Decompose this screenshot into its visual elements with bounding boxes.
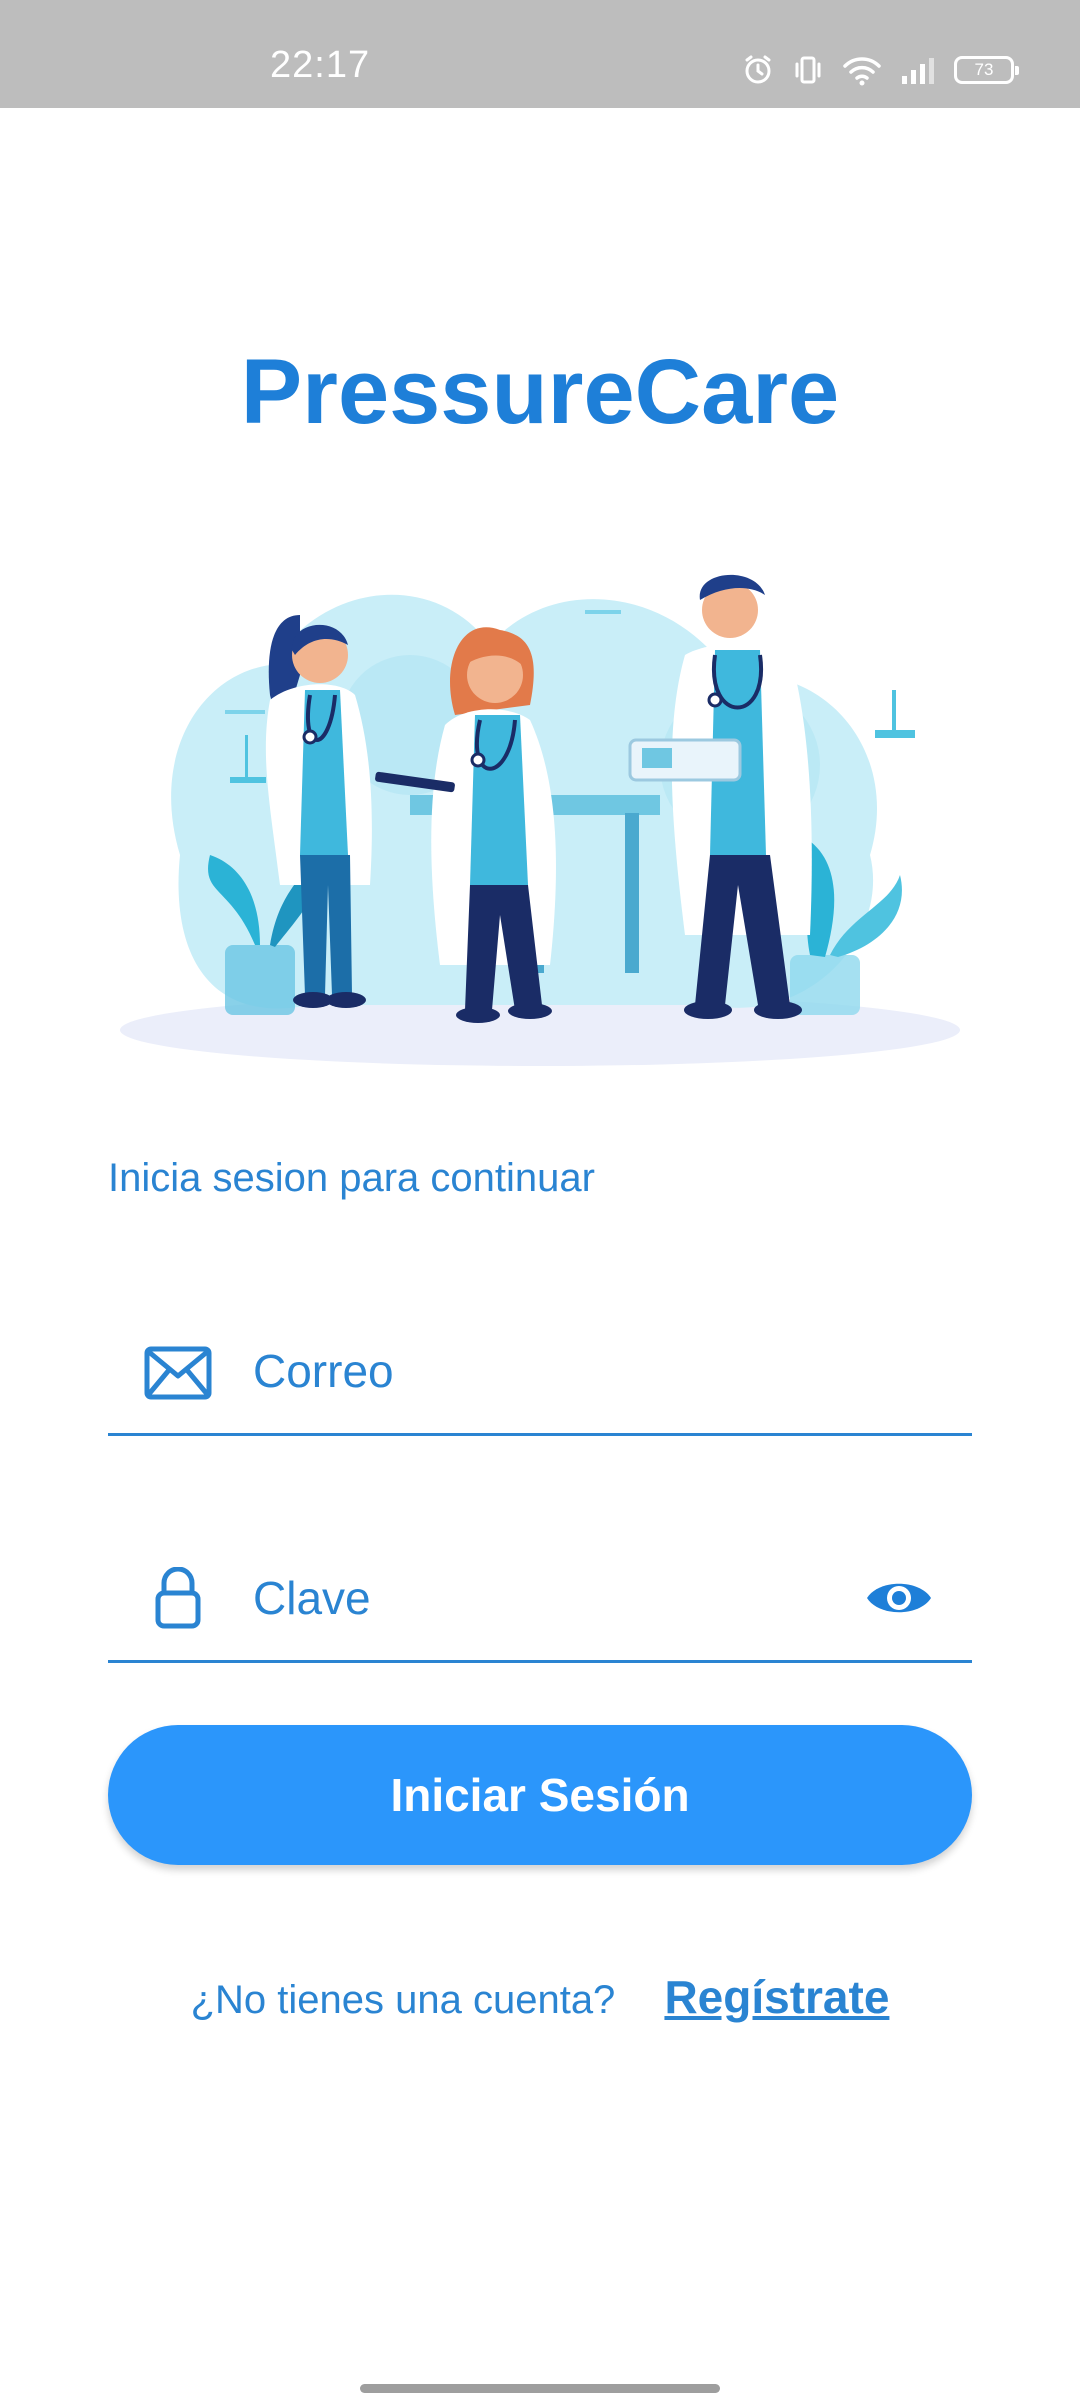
password-field[interactable]: Clave <box>108 1523 972 1663</box>
vibrate-icon <box>795 56 821 84</box>
email-label: Correo <box>253 1345 394 1397</box>
status-time: 22:17 <box>270 44 371 86</box>
alarm-icon <box>745 55 771 84</box>
register-link[interactable]: Regístrate <box>664 1971 889 2023</box>
email-field[interactable]: Correo <box>108 1296 972 1436</box>
status-bar: 22:17 73 <box>0 0 1080 108</box>
status-icons: 73 <box>742 50 1019 90</box>
register-row: ¿No tienes una cuenta? Regístrate <box>0 1970 1080 2024</box>
home-indicator[interactable] <box>360 2384 720 2393</box>
app-title: PressureCare <box>240 341 840 443</box>
battery-level: 73 <box>974 60 994 79</box>
login-button[interactable]: Iniciar Sesión <box>108 1725 972 1865</box>
login-subtitle: Inicia sesion para continuar <box>108 1156 595 1200</box>
signal-icon <box>902 58 934 84</box>
eye-icon[interactable] <box>864 1575 934 1621</box>
envelope-icon <box>144 1346 212 1400</box>
lock-icon <box>155 1567 201 1629</box>
no-account-text: ¿No tienes una cuenta? <box>190 1978 616 2022</box>
password-label: Clave <box>253 1572 371 1624</box>
wifi-icon <box>843 57 881 86</box>
battery-icon: 73 <box>954 56 1019 84</box>
doctors-illustration <box>120 574 960 1066</box>
